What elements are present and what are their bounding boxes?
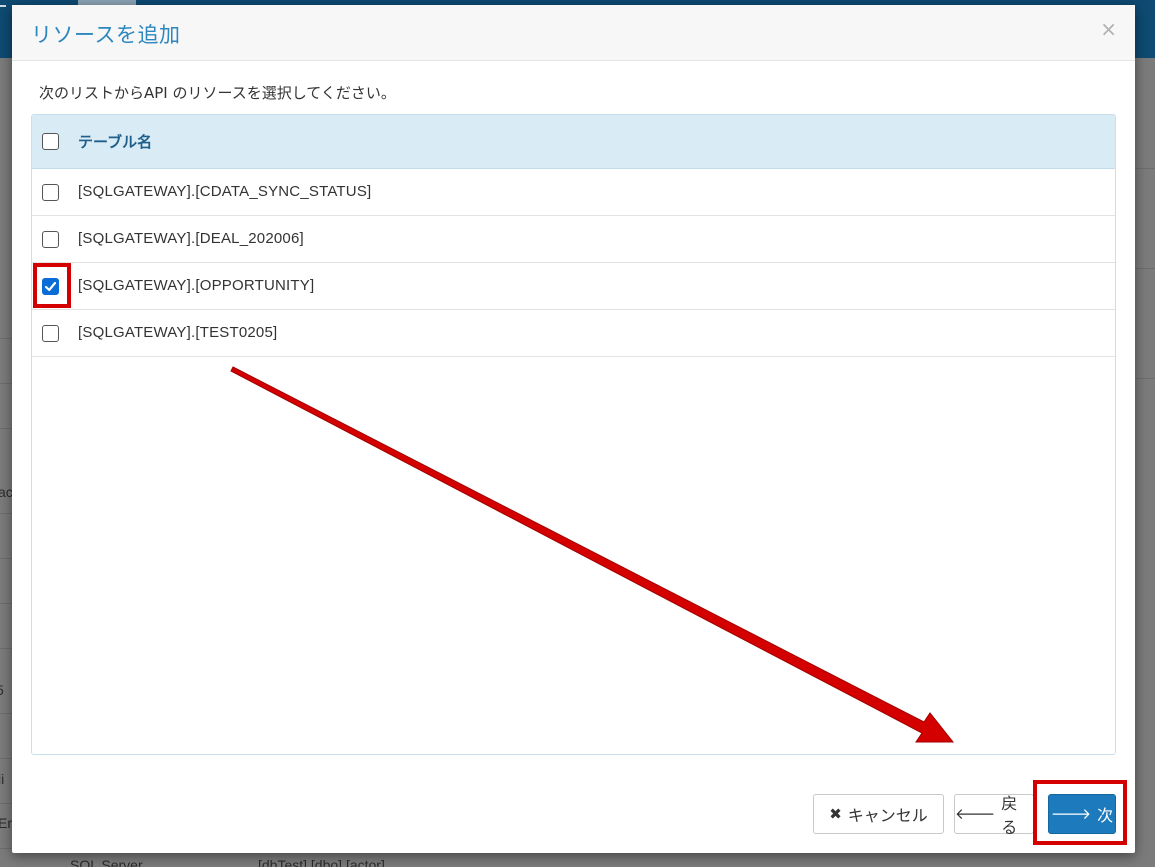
table-row[interactable]: [SQLGATEWAY].[DEAL_202006]: [32, 216, 1115, 263]
column-header-table-name: テーブル名: [78, 133, 153, 151]
table-name: [SQLGATEWAY].[OPPORTUNITY]: [78, 277, 315, 294]
row-checkbox[interactable]: [42, 231, 59, 248]
dialog-title: リソースを追加: [31, 23, 181, 47]
table-name: [SQLGATEWAY].[DEAL_202006]: [78, 230, 304, 247]
background-fragment: ac: [0, 484, 13, 500]
table-name: [SQLGATEWAY].[TEST0205]: [78, 324, 278, 341]
instruction-text: 次のリストからAPI のリソースを選択してください。: [39, 84, 396, 102]
background-fragment: SQL Server: [70, 857, 143, 867]
resource-table: テーブル名 [SQLGATEWAY].[CDATA_SYNC_STATUS] […: [31, 114, 1116, 755]
close-icon[interactable]: ×: [1100, 17, 1117, 41]
arrow-left-icon: 🡐: [955, 804, 996, 823]
cancel-button-label: キャンセル: [847, 806, 928, 825]
row-checkbox[interactable]: [42, 184, 59, 201]
dialog-header: リソースを追加 ×: [12, 5, 1135, 61]
table-name: [SQLGATEWAY].[CDATA_SYNC_STATUS]: [78, 183, 372, 200]
back-button-label: 戻る: [1001, 794, 1018, 837]
table-header: テーブル名: [32, 115, 1115, 169]
background-dash: [0, 5, 6, 7]
close-icon: ✖: [829, 804, 842, 823]
background-fragment: Er: [0, 815, 12, 831]
select-all-checkbox[interactable]: [42, 133, 59, 150]
cancel-button[interactable]: ✖ キャンセル: [813, 794, 944, 834]
table-row[interactable]: [SQLGATEWAY].[TEST0205]: [32, 310, 1115, 357]
row-checkbox[interactable]: [42, 325, 59, 342]
back-button[interactable]: 🡐 戻る: [954, 794, 1034, 837]
background-fragment: ii: [0, 771, 5, 787]
highlight-box-next-button: [1033, 780, 1127, 845]
table-row[interactable]: [SQLGATEWAY].[CDATA_SYNC_STATUS]: [32, 169, 1115, 216]
background-fragment: [dbTest].[dbo].[actor]: [258, 857, 385, 867]
background-fragment: 5: [0, 682, 4, 698]
table-row[interactable]: [SQLGATEWAY].[OPPORTUNITY]: [32, 263, 1115, 310]
add-resource-dialog: リソースを追加 × 次のリストからAPI のリソースを選択してください。 テーブ…: [12, 5, 1135, 853]
highlight-box-checkbox: [33, 263, 71, 308]
